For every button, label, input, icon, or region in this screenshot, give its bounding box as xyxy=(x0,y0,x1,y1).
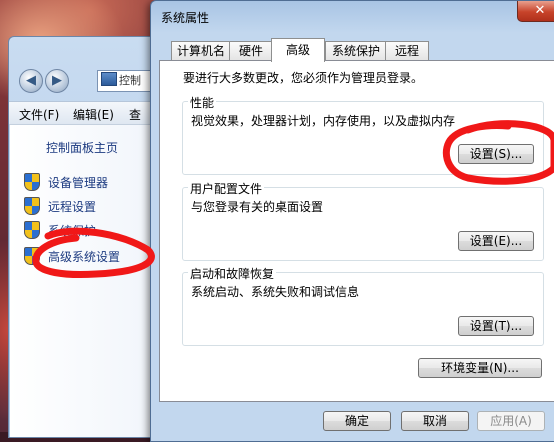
group-title: 用户配置文件 xyxy=(188,180,265,197)
admin-notice: 要进行大多数更改，您必须作为管理员登录。 xyxy=(183,71,424,85)
control-panel-home-link[interactable]: 控制面板主页 xyxy=(46,139,118,156)
sidebar-item-device-manager[interactable]: 设备管理器 xyxy=(24,173,108,193)
uac-shield-icon xyxy=(24,197,40,215)
menu-edit[interactable]: 编辑(E) xyxy=(73,106,114,123)
performance-settings-button[interactable]: 设置(S)... xyxy=(458,144,534,164)
forward-button[interactable]: ▶ xyxy=(45,69,69,93)
startup-recovery-group: 启动和故障恢复 系统启动、系统失败和调试信息 设置(T)... xyxy=(182,265,544,346)
uac-shield-icon xyxy=(24,221,40,239)
startup-recovery-settings-button[interactable]: 设置(T)... xyxy=(458,316,534,336)
group-description: 视觉效果，处理器计划，内存使用，以及虚拟内存 xyxy=(191,114,456,128)
menu-view[interactable]: 查 xyxy=(129,106,141,123)
tab-remote[interactable]: 远程 xyxy=(385,41,429,61)
sidebar-item-system-protection[interactable]: 系统保护 xyxy=(24,221,96,241)
apply-button[interactable]: 应用(A) xyxy=(477,411,545,431)
sidebar-item-remote-settings[interactable]: 远程设置 xyxy=(24,197,96,217)
tab-advanced[interactable]: 高级 xyxy=(271,38,325,62)
sidebar-item-label: 设备管理器 xyxy=(48,176,109,190)
uac-shield-icon xyxy=(24,247,40,265)
sidebar-item-advanced-system-settings[interactable]: 高级系统设置 xyxy=(24,247,120,267)
menu-file[interactable]: 文件(F) xyxy=(19,106,59,123)
tab-computer-name[interactable]: 计算机名 xyxy=(171,41,231,61)
back-button[interactable]: ◀ xyxy=(19,69,43,93)
user-profiles-settings-button[interactable]: 设置(E)... xyxy=(458,231,534,251)
group-description: 与您登录有关的桌面设置 xyxy=(191,200,324,214)
tab-hardware[interactable]: 硬件 xyxy=(229,41,273,61)
group-title: 性能 xyxy=(188,94,217,111)
sidebar-item-label: 高级系统设置 xyxy=(48,250,121,264)
close-button[interactable]: ✕ xyxy=(517,1,554,22)
ok-button[interactable]: 确定 xyxy=(323,411,391,431)
sidebar-item-label: 系统保护 xyxy=(48,224,97,238)
user-profiles-group: 用户配置文件 与您登录有关的桌面设置 设置(E)... xyxy=(182,180,544,261)
control-panel-icon xyxy=(101,72,117,86)
group-title: 启动和故障恢复 xyxy=(188,265,277,282)
uac-shield-icon xyxy=(24,173,40,191)
environment-variables-button[interactable]: 环境变量(N)... xyxy=(418,358,542,378)
group-description: 系统启动、系统失败和调试信息 xyxy=(191,285,360,299)
cancel-button[interactable]: 取消 xyxy=(401,411,469,431)
advanced-tab-panel: 要进行大多数更改，您必须作为管理员登录。 性能 视觉效果，处理器计划，内存使用，… xyxy=(159,60,554,402)
sidebar-item-label: 远程设置 xyxy=(48,200,97,214)
performance-group: 性能 视觉效果，处理器计划，内存使用，以及虚拟内存 设置(S)... xyxy=(182,94,544,175)
tab-system-protection[interactable]: 系统保护 xyxy=(325,41,387,61)
dialog-title: 系统属性 xyxy=(161,11,210,25)
address-text: 控制 xyxy=(119,74,141,87)
system-properties-dialog: 系统属性 ✕ 计算机名 硬件 高级 系统保护 远程 要进行大多数更改，您必须作为… xyxy=(150,0,554,442)
